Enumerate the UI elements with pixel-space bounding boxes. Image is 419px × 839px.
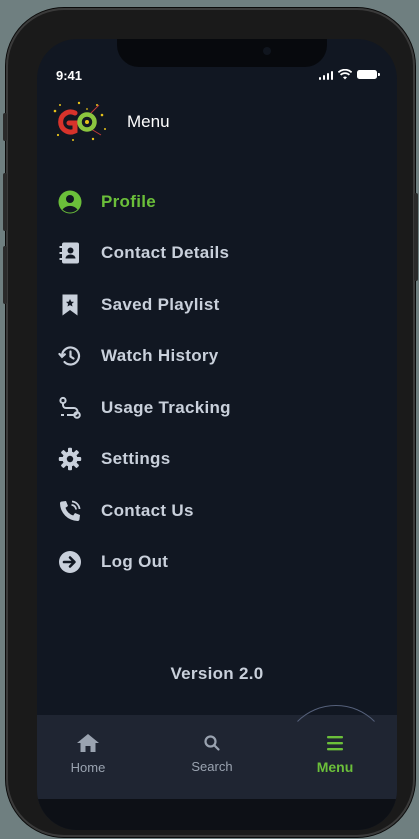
bookmark-icon bbox=[57, 292, 83, 318]
menu-label: Watch History bbox=[101, 346, 219, 366]
menu-item-watch-history[interactable]: Watch History bbox=[57, 331, 377, 383]
home-icon bbox=[77, 734, 99, 752]
menu-item-settings[interactable]: Settings bbox=[57, 434, 377, 486]
menu-label: Contact Details bbox=[101, 243, 230, 263]
gear-icon bbox=[57, 446, 83, 472]
tab-home[interactable]: Home bbox=[43, 715, 133, 793]
mute-switch bbox=[3, 113, 7, 141]
tab-menu[interactable]: Menu bbox=[290, 715, 380, 793]
menu-item-profile[interactable]: Profile bbox=[57, 176, 377, 228]
menu-item-contact-details[interactable]: Contact Details bbox=[57, 228, 377, 280]
menu-label: Contact Us bbox=[101, 500, 194, 520]
menu-label: Saved Playlist bbox=[101, 294, 220, 314]
app-screen: 9:41 Menu Profile Contact Details Saved … bbox=[37, 39, 397, 830]
logout-icon bbox=[57, 549, 83, 575]
app-version: Version 2.0 bbox=[170, 664, 264, 683]
hamburger-icon bbox=[327, 735, 343, 750]
home-indicator-area bbox=[37, 799, 397, 830]
menu-item-usage-tracking[interactable]: Usage Tracking bbox=[57, 382, 377, 434]
power-button bbox=[414, 193, 418, 281]
wifi-icon bbox=[338, 69, 352, 80]
phone-call-icon bbox=[57, 498, 83, 524]
tab-label: Home bbox=[70, 760, 106, 775]
tab-label: Menu bbox=[316, 758, 354, 775]
battery-icon bbox=[357, 70, 380, 79]
menu-label: Usage Tracking bbox=[101, 397, 231, 417]
menu-label: Settings bbox=[101, 449, 171, 469]
tab-label: Search bbox=[191, 759, 233, 774]
menu-item-saved-playlist[interactable]: Saved Playlist bbox=[57, 279, 377, 331]
route-icon bbox=[57, 395, 83, 421]
contact-book-icon bbox=[57, 240, 83, 266]
signal-icon bbox=[318, 70, 333, 80]
page-title: Menu bbox=[127, 112, 170, 131]
user-circle-icon bbox=[57, 189, 83, 215]
status-icons bbox=[318, 69, 380, 80]
history-icon bbox=[57, 343, 83, 369]
menu-label: Profile bbox=[101, 191, 157, 211]
volume-up-button bbox=[3, 173, 7, 231]
menu-item-contact-us[interactable]: Contact Us bbox=[57, 485, 377, 537]
menu-header: GO Menu bbox=[49, 97, 170, 147]
tab-search[interactable]: Search bbox=[167, 715, 257, 793]
volume-down-button bbox=[3, 246, 7, 304]
search-icon bbox=[204, 735, 220, 751]
menu-item-log-out[interactable]: Log Out bbox=[57, 537, 377, 589]
app-logo: GO bbox=[49, 97, 111, 147]
notch bbox=[117, 39, 327, 67]
status-time: 9:41 bbox=[56, 68, 83, 83]
menu-list: Profile Contact Details Saved Playlist W… bbox=[57, 176, 377, 588]
menu-label: Log Out bbox=[101, 552, 169, 572]
